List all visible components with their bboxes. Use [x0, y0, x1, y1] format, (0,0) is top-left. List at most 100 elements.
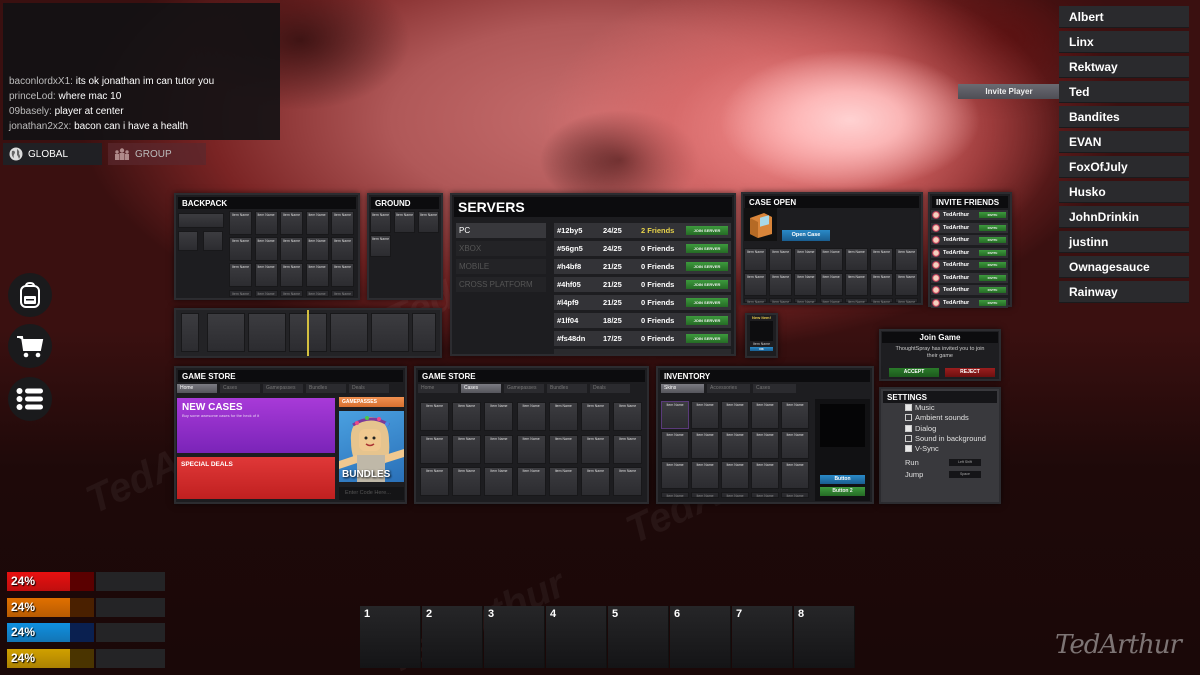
store-item-slot[interactable]: Item Name	[420, 434, 449, 464]
store-item-slot[interactable]: Item Name	[613, 434, 643, 464]
inventory-slot[interactable]: Item Name	[781, 461, 809, 489]
ground-slot[interactable]: Item Name	[418, 211, 439, 233]
inventory-slot[interactable]: Item Name	[751, 461, 779, 489]
store-item-slot[interactable]: Item Name	[613, 467, 643, 496]
store-item-slot[interactable]: Item Name	[420, 402, 449, 431]
friend-invite-button[interactable]: INVITE	[979, 262, 1006, 268]
friend-invite-button[interactable]: INVITE	[979, 212, 1006, 218]
backpack-slot[interactable]: Item Name	[305, 237, 329, 261]
inventory-slot[interactable]: Item Name	[661, 401, 689, 429]
ground-slot[interactable]: Item Name	[394, 211, 415, 233]
friend-invite-button[interactable]: INVITE	[979, 224, 1006, 231]
tab-gamepasses[interactable]: Gamepasses	[263, 384, 303, 393]
tab-cases[interactable]: Cases	[461, 384, 501, 393]
chat-tab-global[interactable]: GLOBAL	[3, 143, 102, 165]
player-list-item[interactable]: Ownagesauce	[1059, 256, 1189, 278]
special-deals-banner[interactable]: SPECIAL DEALS	[177, 457, 335, 499]
player-list-item[interactable]: Bandites	[1059, 106, 1189, 128]
store-item-slot[interactable]: Item Name	[548, 434, 578, 464]
store-item-slot[interactable]: Item Name	[452, 402, 482, 431]
backpack-slot[interactable]: Item Name	[229, 237, 252, 261]
inventory-slot[interactable]: Item Name	[781, 431, 809, 459]
store-item-slot[interactable]: Item Name	[484, 402, 514, 431]
settings-option[interactable]: V-Sync	[905, 444, 939, 453]
ground-slot[interactable]: Item Name	[370, 211, 391, 233]
tab-cases[interactable]: Cases	[753, 384, 796, 393]
checkbox[interactable]	[905, 414, 912, 422]
store-item-slot[interactable]: Item Name	[516, 467, 546, 496]
join-server-button[interactable]: JOIN SERVER	[686, 226, 728, 235]
backpack-slot[interactable]: Item Name	[331, 237, 354, 261]
keybind-button[interactable]: Space	[949, 471, 981, 478]
quick-slot[interactable]	[248, 313, 286, 352]
store-item-slot[interactable]: Item Name	[484, 467, 514, 496]
friend-invite-button[interactable]: INVITE	[979, 237, 1006, 243]
code-input[interactable]: Enter Code Here...	[339, 487, 404, 500]
backpack-button[interactable]	[8, 273, 52, 317]
checkbox[interactable]	[905, 424, 912, 432]
store-item-slot[interactable]: Item Name	[613, 402, 643, 431]
player-list-item[interactable]: Albert	[1059, 6, 1189, 28]
backpack-slot[interactable]: Item Name	[305, 290, 329, 297]
inventory-slot[interactable]: Item Name	[721, 461, 749, 489]
platform-tab-xbox[interactable]: XBOX	[456, 241, 546, 256]
inventory-slot[interactable]: Item Name	[781, 492, 809, 498]
open-case-button[interactable]: Open Case	[782, 230, 830, 241]
inventory-slot[interactable]: Item Name	[661, 431, 689, 459]
player-list-item[interactable]: Ted	[1059, 81, 1189, 103]
checkbox[interactable]	[905, 445, 912, 453]
inventory-slot[interactable]: Item Name	[751, 401, 779, 429]
gamepasses-button[interactable]: GAMEPASSES	[339, 397, 404, 407]
friend-invite-button[interactable]: INVITE	[979, 249, 1006, 256]
inventory-button-1[interactable]: Button	[820, 475, 865, 484]
player-list-item[interactable]: EVAN	[1059, 131, 1189, 153]
inventory-slot[interactable]: Item Name	[721, 492, 749, 498]
keybind-button[interactable]: Left Shift	[949, 459, 981, 466]
tab-home[interactable]: Home	[177, 384, 217, 393]
backpack-slot[interactable]: Item Name	[331, 290, 354, 297]
store-item-slot[interactable]: Item Name	[548, 467, 578, 496]
backpack-slot[interactable]: Item Name	[229, 290, 252, 297]
quick-slot[interactable]	[207, 313, 245, 352]
inventory-slot[interactable]: Item Name	[661, 461, 689, 489]
inventory-button-2[interactable]: Button 2	[820, 487, 865, 496]
hotbar-slot[interactable]: 7	[732, 606, 793, 668]
tab-home[interactable]: Home	[418, 384, 458, 393]
store-item-slot[interactable]: Item Name	[581, 402, 610, 431]
equip-slot[interactable]	[203, 231, 223, 251]
reject-button[interactable]: REJECT	[945, 368, 995, 377]
settings-option[interactable]: Ambient sounds	[905, 413, 969, 422]
equip-slot[interactable]	[178, 231, 198, 251]
tab-skins[interactable]: Skins	[661, 384, 704, 393]
inventory-slot[interactable]: Item Name	[721, 431, 749, 459]
bundles-banner[interactable]: BUNDLES	[339, 411, 404, 482]
hotbar-slot[interactable]: 1	[360, 606, 421, 668]
backpack-slot[interactable]: Item Name	[331, 263, 354, 287]
store-item-slot[interactable]: Item Name	[516, 434, 546, 464]
inventory-slot[interactable]: Item Name	[691, 431, 719, 459]
backpack-slot[interactable]: Item Name	[229, 263, 252, 287]
quick-slot[interactable]	[412, 313, 436, 352]
checkbox[interactable]	[905, 404, 912, 411]
menu-button[interactable]	[8, 377, 52, 421]
backpack-slot[interactable]: Item Name	[280, 211, 303, 235]
backpack-slot[interactable]: Item Name	[254, 290, 278, 297]
friend-invite-button[interactable]: INVITE	[979, 287, 1006, 293]
hotbar-slot[interactable]: 6	[670, 606, 731, 668]
backpack-slot[interactable]: Item Name	[229, 211, 252, 235]
player-list-item[interactable]: Rainway	[1059, 281, 1189, 303]
store-item-slot[interactable]: Item Name	[420, 467, 449, 496]
tab-cases[interactable]: Cases	[220, 384, 260, 393]
tab-deals[interactable]: Deals	[590, 384, 630, 393]
backpack-slot[interactable]: Item Name	[254, 211, 278, 235]
join-server-button[interactable]: JOIN SERVER	[686, 298, 728, 307]
quick-slot[interactable]	[371, 313, 409, 352]
inventory-slot[interactable]: Item Name	[751, 431, 779, 459]
inventory-slot[interactable]: Item Name	[661, 492, 689, 498]
accept-button[interactable]: ACCEPT	[889, 368, 939, 377]
friend-invite-button[interactable]: INVITE	[979, 299, 1006, 306]
player-list-item[interactable]: FoxOfJuly	[1059, 156, 1189, 178]
new-item-ok-button[interactable]: OK	[750, 347, 773, 351]
store-item-slot[interactable]: Item Name	[548, 402, 578, 431]
join-server-button[interactable]: JOIN SERVER	[686, 262, 728, 271]
